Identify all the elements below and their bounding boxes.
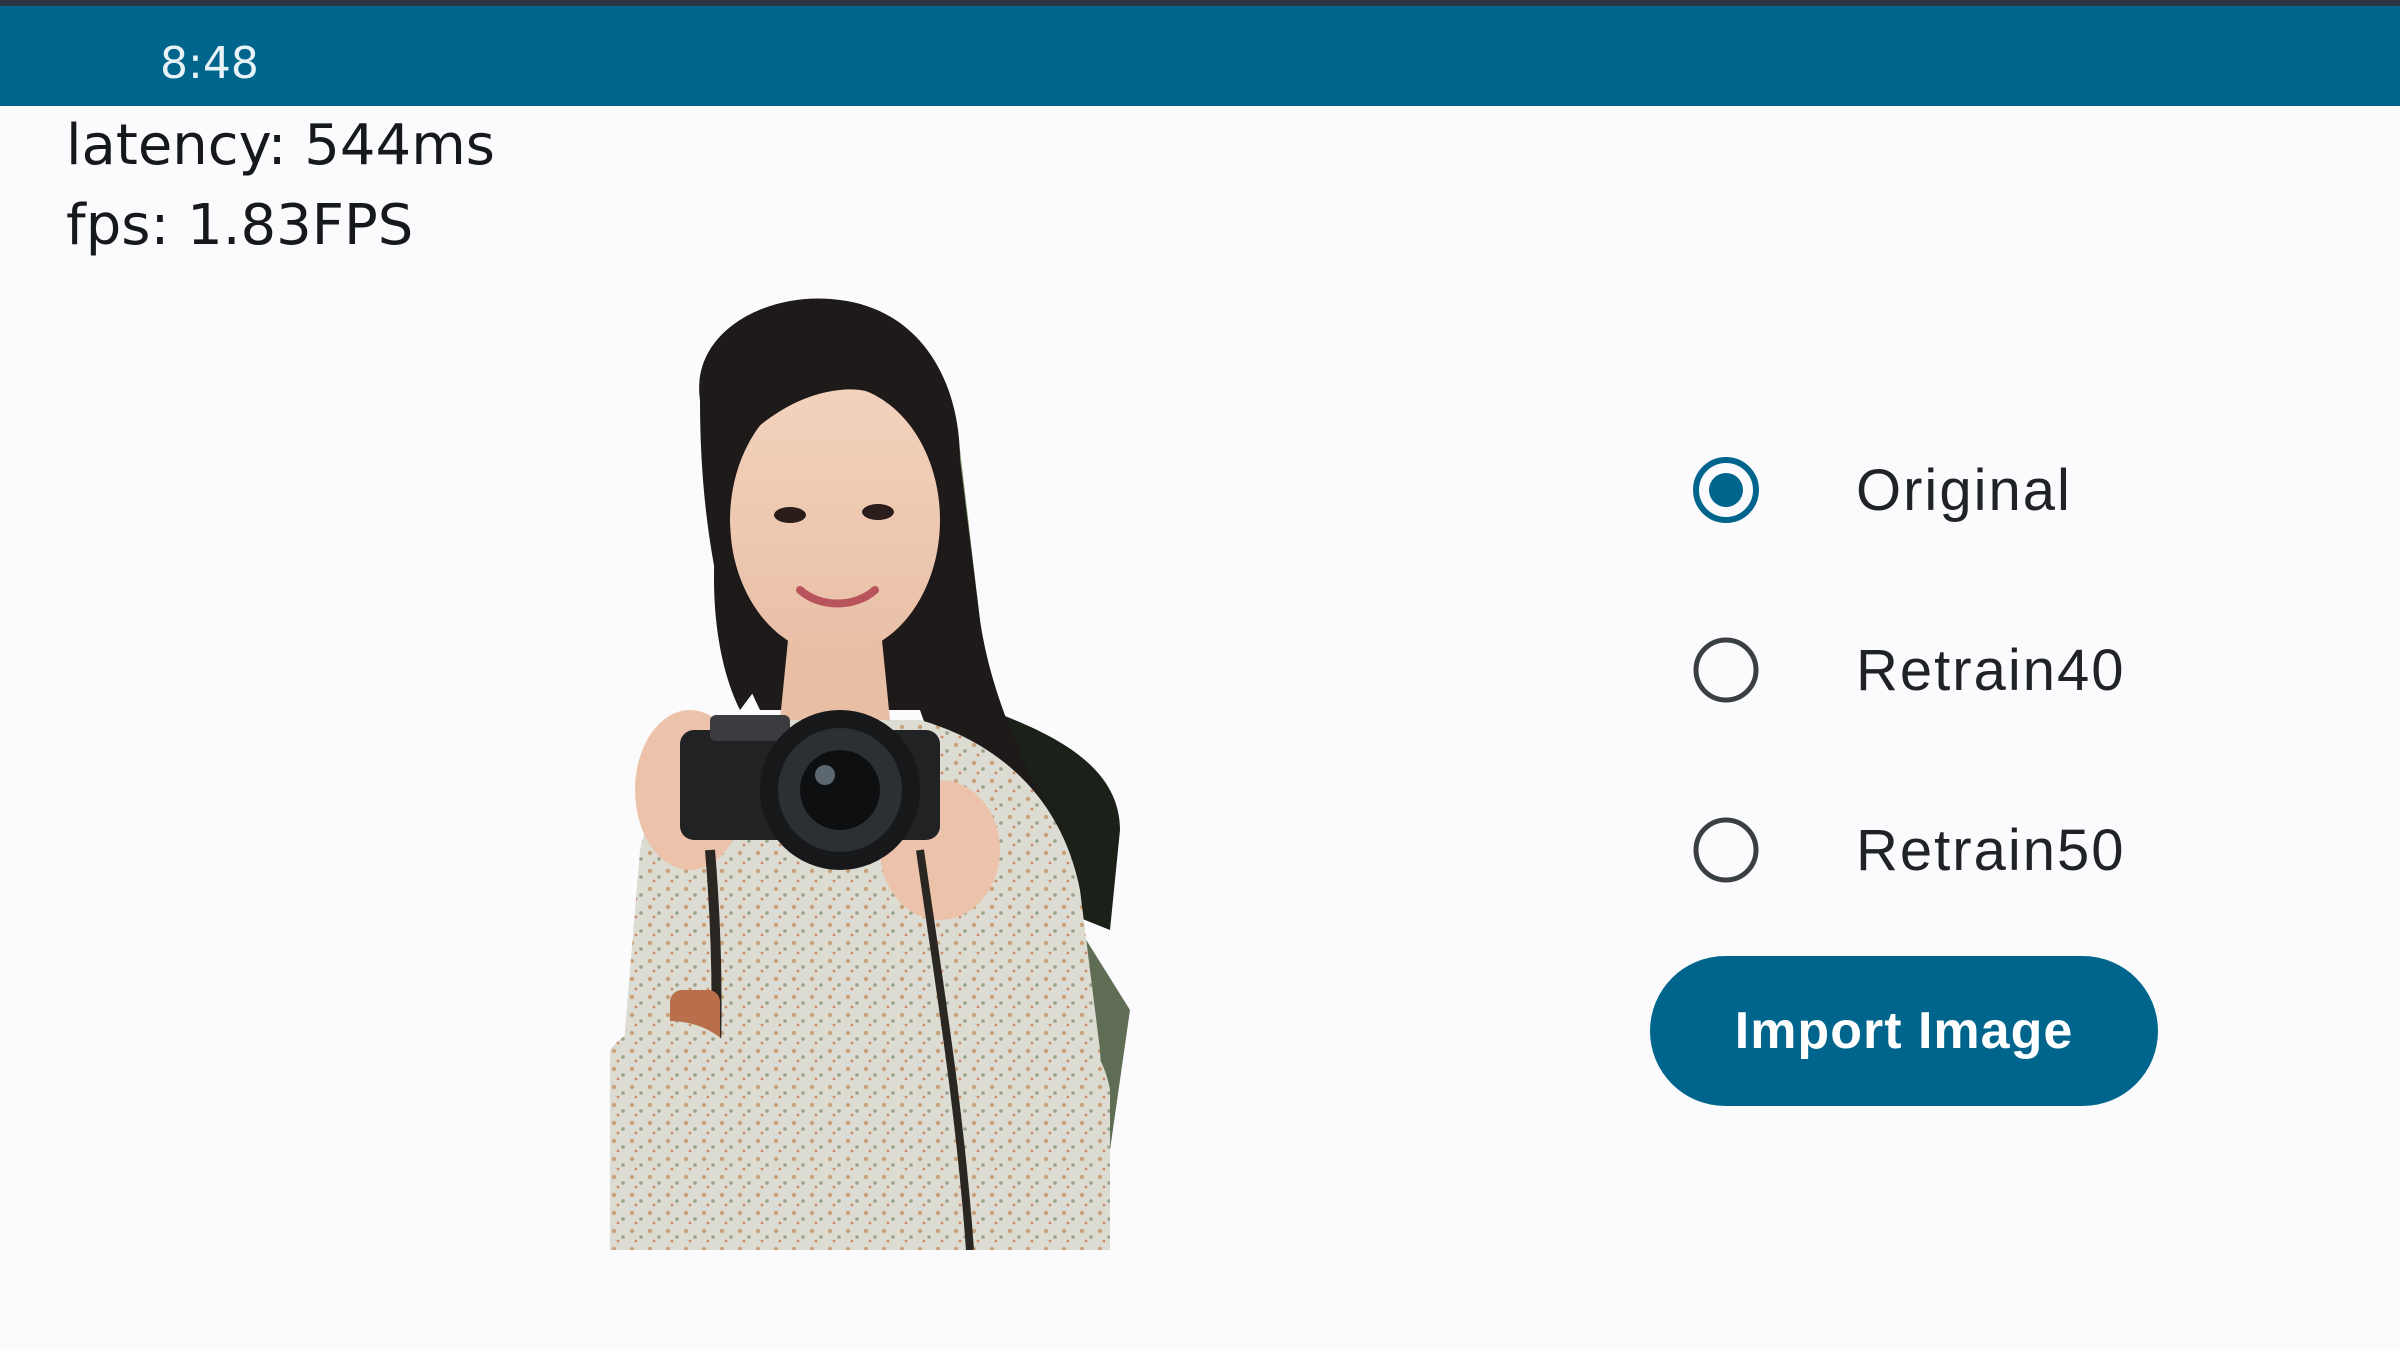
radio-option-retrain40[interactable]: Retrain40 [1680,620,2240,720]
latency-text: latency: 544ms [66,113,495,178]
segmented-result-image [520,290,1140,1251]
radio-unselected-icon[interactable] [1692,816,1760,884]
radio-selected-icon[interactable] [1692,456,1760,524]
radio-label-retrain50: Retrain50 [1856,818,2126,883]
import-image-button[interactable]: Import Image [1650,956,2158,1106]
person-with-camera-illustration [610,298,1130,1251]
radio-label-retrain40: Retrain40 [1856,638,2126,703]
radio-unselected-icon[interactable] [1692,636,1760,704]
radio-option-retrain50[interactable]: Retrain50 [1680,800,2240,900]
fps-text: fps: 1.83FPS [66,193,414,258]
app-screen: 8:48 latency: 544ms fps: 1.83FPS Origina… [0,0,2400,1350]
status-bar: 8:48 [0,6,2400,106]
radio-option-original[interactable]: Original [1680,440,2240,540]
status-time: 8:48 [160,38,259,89]
radio-label-original: Original [1856,458,2072,523]
